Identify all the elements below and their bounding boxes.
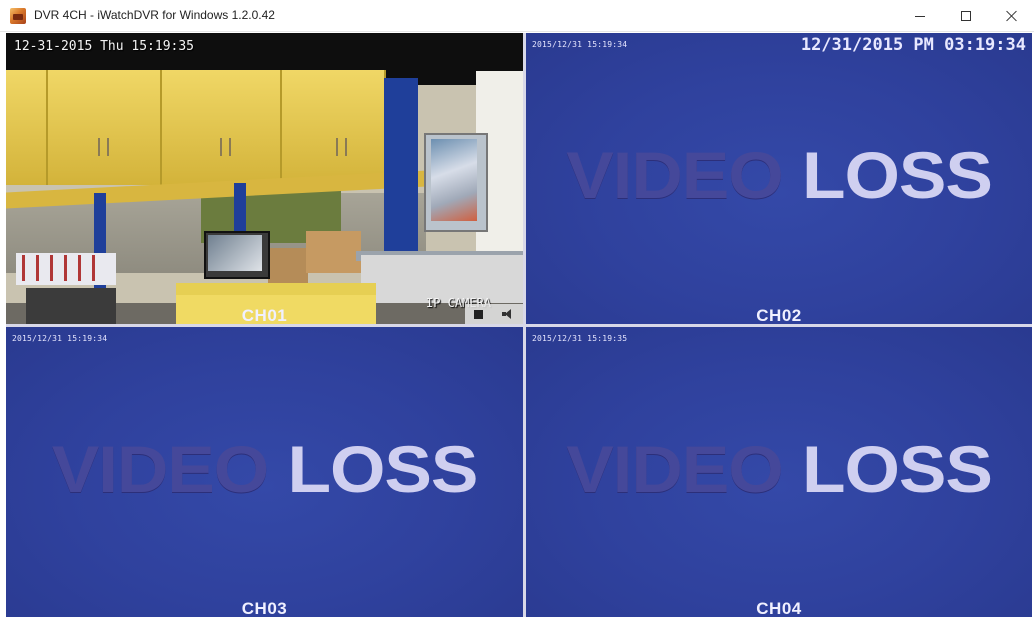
- video-loss-word: VIDEO: [51, 432, 270, 506]
- title-bar[interactable]: DVR 4CH - iWatchDVR for Windows 1.2.0.42: [0, 0, 1034, 32]
- channel-grid: 12-31-2015 Thu 15:19:35 IP CAMERA CH01 2…: [6, 33, 1032, 617]
- channel-pane-ch01[interactable]: 12-31-2015 Thu 15:19:35 IP CAMERA CH01: [6, 33, 523, 324]
- channel-timestamp: 2015/12/31 15:19:34: [532, 40, 628, 49]
- video-loss-message: VIDEO LOSS: [6, 431, 523, 507]
- stop-icon[interactable]: [474, 309, 484, 319]
- channel-pane-ch03[interactable]: 2015/12/31 15:19:34 VIDEO LOSS CH03: [6, 327, 523, 617]
- maximize-icon: [961, 11, 971, 21]
- video-loss-message: VIDEO LOSS: [526, 137, 1032, 213]
- minimize-button[interactable]: [898, 0, 942, 32]
- channel-timestamp: 2015/12/31 15:19:35: [532, 334, 628, 343]
- loss-word: LOSS: [802, 138, 993, 212]
- channel-pane-ch02[interactable]: 2015/12/31 15:19:34 12/31/2015 PM 03:19:…: [526, 33, 1032, 324]
- channel-controls: [465, 304, 523, 324]
- app-icon: [10, 8, 26, 24]
- video-loss-word: VIDEO: [566, 432, 784, 506]
- minimize-icon: [915, 15, 925, 17]
- loss-word: LOSS: [802, 432, 993, 506]
- close-button[interactable]: [990, 0, 1034, 32]
- speaker-icon[interactable]: [501, 309, 514, 319]
- channel-pane-ch04[interactable]: 2015/12/31 15:19:35 VIDEO LOSS CH04: [526, 327, 1032, 617]
- close-icon: [1006, 10, 1018, 22]
- video-loss-message: VIDEO LOSS: [526, 431, 1032, 507]
- channel-clock: 12/31/2015 PM 03:19:34: [800, 35, 1026, 55]
- camera-feed: [6, 33, 523, 324]
- channel-timestamp: 2015/12/31 15:19:34: [12, 334, 108, 343]
- channel-label: CH03: [241, 599, 288, 617]
- video-loss-word: VIDEO: [566, 138, 784, 212]
- channel-label: CH04: [756, 599, 802, 617]
- channel-label: CH01: [241, 306, 288, 324]
- channel-label: CH02: [756, 306, 802, 324]
- loss-word: LOSS: [287, 432, 479, 506]
- window-title: DVR 4CH - iWatchDVR for Windows 1.2.0.42: [34, 8, 275, 22]
- camera-timestamp: 12-31-2015 Thu 15:19:35: [14, 39, 195, 54]
- maximize-button[interactable]: [944, 0, 988, 32]
